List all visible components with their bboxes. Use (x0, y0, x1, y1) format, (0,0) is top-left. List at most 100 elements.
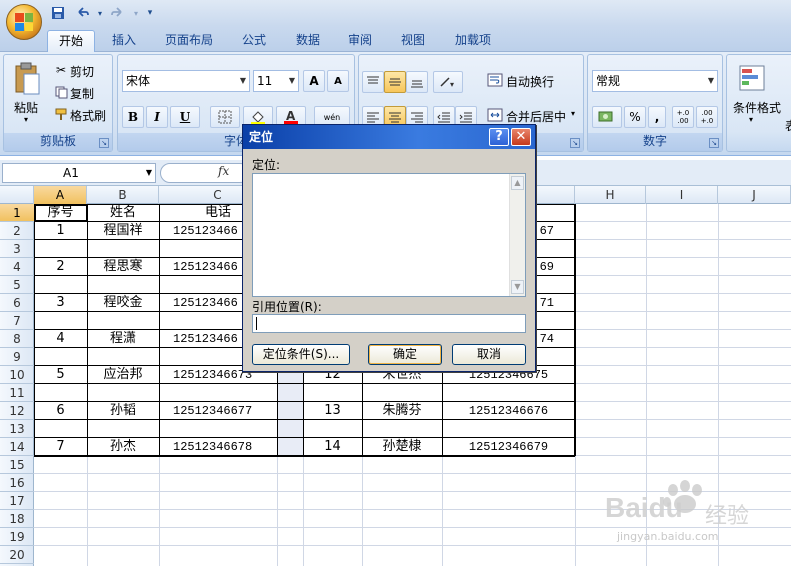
cell-b14[interactable]: 孙杰 (87, 438, 159, 456)
merge-center-icon[interactable] (487, 107, 503, 123)
cut-icon[interactable]: ✂ (54, 63, 68, 77)
number-launcher-icon[interactable]: ↘ (709, 138, 719, 148)
italic-button[interactable]: I (146, 106, 168, 128)
paste-label[interactable]: 粘贴 (14, 99, 38, 116)
paste-icon[interactable] (12, 61, 42, 97)
close-icon[interactable]: ✕ (511, 128, 531, 146)
row-header[interactable]: 6 (0, 294, 34, 312)
cell-a14[interactable]: 7 (34, 438, 87, 456)
cell-b10[interactable]: 应治邦 (87, 366, 159, 384)
row-header[interactable]: 15 (0, 456, 34, 474)
border-button[interactable] (210, 106, 240, 128)
row-header[interactable]: 16 (0, 474, 34, 492)
row-header[interactable]: 13 (0, 420, 34, 438)
cell-e12[interactable]: 13 (303, 402, 362, 420)
formula-input[interactable] (160, 163, 250, 183)
cell-c12[interactable]: 12512346677 (159, 402, 277, 420)
font-name-combo[interactable]: 宋体 ▼ (122, 70, 250, 92)
cell-f12[interactable]: 朱腾芬 (362, 402, 442, 420)
column-header[interactable]: J (718, 186, 791, 204)
font-size-combo[interactable]: 11 ▼ (253, 70, 299, 92)
cell-a10[interactable]: 5 (34, 366, 87, 384)
cell-b1[interactable]: 姓名 (87, 204, 159, 222)
clipboard-launcher-icon[interactable]: ↘ (99, 138, 109, 148)
row-header[interactable]: 7 (0, 312, 34, 330)
tab-review[interactable]: 审阅 (338, 30, 382, 52)
wrap-text-icon[interactable] (487, 72, 503, 88)
paste-dropdown-icon[interactable]: ▾ (24, 115, 28, 124)
copy-icon[interactable] (54, 85, 68, 99)
cell-a4[interactable]: 2 (34, 258, 87, 276)
row-header[interactable]: 20 (0, 546, 34, 564)
decrease-decimal-button[interactable]: .00 +.0 (696, 106, 718, 128)
format-painter-label[interactable]: 格式刷 (70, 107, 106, 124)
cell-b8[interactable]: 程潇 (87, 330, 159, 348)
grow-font-button[interactable]: A (303, 70, 325, 92)
row-header[interactable]: 9 (0, 348, 34, 366)
save-icon[interactable] (48, 4, 68, 22)
row-header[interactable]: 12 (0, 402, 34, 420)
scroll-down-icon[interactable]: ▼ (511, 280, 524, 294)
increase-decimal-button[interactable]: +.0 .00 (672, 106, 694, 128)
tab-page-layout[interactable]: 页面布局 (155, 30, 223, 52)
align-bottom-button[interactable] (406, 71, 428, 93)
tab-data[interactable]: 数据 (286, 30, 330, 52)
reference-input[interactable] (252, 314, 526, 333)
cell-a6[interactable]: 3 (34, 294, 87, 312)
conditional-format-dropdown-icon[interactable]: ▾ (749, 115, 753, 124)
row-header[interactable]: 19 (0, 528, 34, 546)
cell-e14[interactable]: 14 (303, 438, 362, 456)
row-header[interactable]: 17 (0, 492, 34, 510)
tab-insert[interactable]: 插入 (103, 30, 145, 52)
alignment-launcher-icon[interactable]: ↘ (570, 138, 580, 148)
align-middle-button[interactable] (384, 71, 406, 93)
conditional-format-icon[interactable] (737, 63, 767, 93)
tab-home[interactable]: 开始 (47, 30, 95, 52)
column-header[interactable]: I (646, 186, 718, 204)
row-header[interactable]: 14 (0, 438, 34, 456)
cut-label[interactable]: 剪切 (70, 63, 94, 80)
row-header[interactable]: 10 (0, 366, 34, 384)
number-format-combo[interactable]: 常规 ▼ (592, 70, 718, 92)
special-button[interactable]: 定位条件(S)... (252, 344, 350, 365)
undo-dropdown-icon[interactable]: ▾ (96, 4, 104, 22)
cell-c14[interactable]: 12512346678 (159, 438, 277, 456)
column-header[interactable]: H (575, 186, 646, 204)
ok-button[interactable]: 确定 (368, 344, 442, 365)
cell-a1[interactable]: 序号 (34, 204, 87, 222)
cell-a2[interactable]: 1 (34, 222, 87, 240)
scroll-up-icon[interactable]: ▲ (511, 176, 524, 190)
help-icon[interactable]: ? (489, 128, 509, 146)
percent-button[interactable]: % (624, 106, 646, 128)
cell-f14[interactable]: 孙楚棣 (362, 438, 442, 456)
column-header[interactable]: B (87, 186, 159, 204)
tab-addins[interactable]: 加载项 (445, 30, 501, 52)
name-box[interactable]: A1 ▼ (2, 163, 156, 183)
tab-formulas[interactable]: 公式 (232, 30, 276, 52)
select-all-corner[interactable] (0, 186, 34, 204)
bold-button[interactable]: B (122, 106, 144, 128)
copy-label[interactable]: 复制 (70, 85, 94, 102)
cancel-button[interactable]: 取消 (452, 344, 526, 365)
currency-button[interactable] (592, 106, 622, 128)
cell-b12[interactable]: 孙韬 (87, 402, 159, 420)
cell-b2[interactable]: 程国祥 (87, 222, 159, 240)
shrink-font-button[interactable]: A (327, 70, 349, 92)
row-header[interactable]: 2 (0, 222, 34, 240)
column-header[interactable]: A (34, 186, 87, 204)
fx-icon[interactable]: fx (218, 164, 229, 178)
cell-g14[interactable]: 12512346679 (442, 438, 575, 456)
row-header[interactable]: 4 (0, 258, 34, 276)
row-header[interactable]: 3 (0, 240, 34, 258)
row-header[interactable]: 8 (0, 330, 34, 348)
cell-b6[interactable]: 程咬金 (87, 294, 159, 312)
format-painter-icon[interactable] (54, 107, 68, 121)
wrap-text-label[interactable]: 自动换行 (506, 73, 554, 90)
row-header[interactable]: 5 (0, 276, 34, 294)
goto-listbox[interactable]: ▲ ▼ (252, 173, 526, 297)
cell-g12[interactable]: 12512346676 (442, 402, 575, 420)
cell-a12[interactable]: 6 (34, 402, 87, 420)
cell-b4[interactable]: 程思寒 (87, 258, 159, 276)
undo-icon[interactable] (72, 4, 92, 22)
row-header[interactable]: 18 (0, 510, 34, 528)
